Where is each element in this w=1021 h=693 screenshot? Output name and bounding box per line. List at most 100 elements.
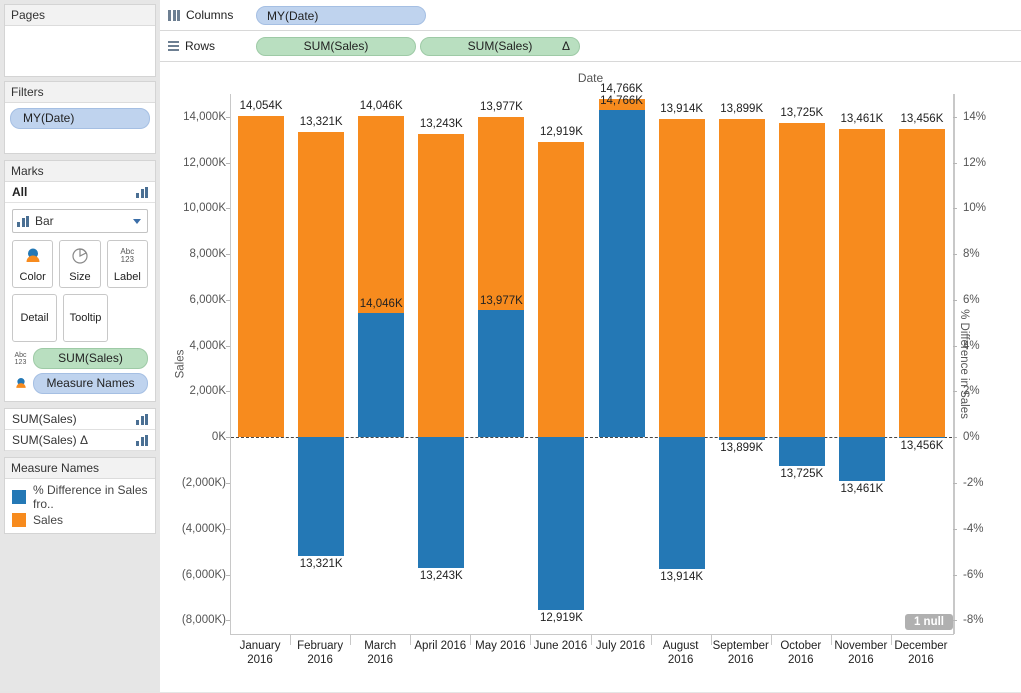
bar-segment-pct-difference[interactable] (658, 437, 705, 570)
rows-shelf-label-group: Rows (164, 39, 256, 53)
bar-segment-pct-difference[interactable] (358, 312, 405, 438)
color-button-label: Color (19, 271, 46, 283)
visualization-pane[interactable]: Date Sales 14,000K 12,000K 10,000K 8,000K 6,… (160, 62, 1021, 692)
x-axis-tick-label[interactable]: March 2016 (350, 639, 410, 667)
size-button[interactable]: Size (59, 240, 101, 288)
columns-shelf-label: Columns (186, 8, 234, 22)
tooltip-button[interactable]: Tooltip (63, 294, 108, 342)
bar-segment-pct-difference[interactable] (598, 110, 645, 438)
plot-area[interactable]: 14,054K 13,321K 13,321K 14,046K 14,046K 13,24… (231, 83, 952, 634)
detail-button[interactable]: Detail (12, 294, 57, 342)
bar-segment-sales[interactable] (238, 115, 285, 438)
mark-row-sum-sales[interactable]: SUM(Sales) (5, 409, 155, 430)
right-axis-tick-label: 14% (963, 110, 987, 123)
x-axis-tick-label[interactable]: May 2016 (470, 639, 530, 653)
x-axis-separator (590, 635, 592, 645)
marks-pill-sum-sales[interactable]: SUM(Sales) (33, 348, 148, 369)
bar-segment-pct-difference[interactable] (538, 437, 585, 611)
null-indicator-badge[interactable]: 1 null (904, 614, 953, 630)
bar-segment-sales[interactable] (658, 118, 705, 438)
bar-segment-pct-difference[interactable] (298, 437, 345, 557)
bar-value-label-sales: 14,046K (359, 99, 403, 112)
x-axis-tick-label[interactable]: April 2016 (410, 639, 470, 653)
x-axis-separator (710, 635, 712, 645)
legend-item-pct-difference[interactable]: % Difference in Sales fro.. (5, 482, 155, 512)
marks-all-row[interactable]: All (5, 182, 155, 203)
x-axis-separator (410, 635, 412, 645)
tableau-worksheet: Pages Filters MY(Date) Marks All Bar Col… (0, 0, 1021, 692)
marks-pill-measure-names[interactable]: Measure Names (33, 373, 148, 394)
bar-segment-sales[interactable] (898, 129, 945, 438)
color-button[interactable]: Color (12, 240, 54, 288)
bar-segment-sales[interactable] (298, 132, 345, 438)
x-axis-tick-label[interactable]: June 2016 (530, 639, 590, 653)
size-button-label: Size (69, 271, 91, 283)
left-axis-title: Sales (174, 349, 187, 379)
marks-shelf-item-sum-sales[interactable]: Abc 123 SUM(Sales) (12, 348, 148, 369)
worksheet-main: Columns MY(Date) Rows SUM(Sales) SUM(Sal… (160, 0, 1021, 692)
x-axis-separator (650, 635, 652, 645)
right-axis[interactable]: % Difference in Sales 14% 12% 10% 8% 6% 4% 2% 0… (953, 94, 1021, 634)
rows-pill-sum-sales[interactable]: SUM(Sales) (256, 36, 416, 56)
rows-pill-sum-sales-delta[interactable]: SUM(Sales) Δ (420, 36, 580, 56)
bar-segment-pct-difference[interactable] (778, 437, 825, 466)
right-axis-tick-label: -8% (963, 614, 984, 627)
bar-segment-sales[interactable] (538, 141, 585, 438)
left-axis-tick-label: (2,000K) (181, 476, 226, 489)
mark-row-sum-sales-delta[interactable]: SUM(Sales) Δ (5, 430, 155, 451)
rows-icon (168, 40, 179, 52)
left-sidebar: Pages Filters MY(Date) Marks All Bar Col… (0, 0, 160, 691)
bar-value-label-sales: 12,919K (540, 125, 583, 138)
columns-icon (168, 9, 180, 21)
bar-segment-sales[interactable] (358, 115, 405, 313)
columns-pill-my-date[interactable]: MY(Date) (256, 5, 426, 25)
bar-chart-icon (136, 413, 148, 425)
rows-pill-label: SUM(Sales) (303, 38, 369, 53)
legend-item-sales[interactable]: Sales (5, 512, 155, 528)
bar-chart-icon (136, 186, 148, 198)
bar-value-label-sales: 13,456K (900, 113, 944, 126)
bar-value-label-sales: 14,054K (239, 99, 283, 112)
filters-card-dropzone[interactable]: MY(Date) (5, 103, 155, 153)
left-axis[interactable]: Sales 14,000K 12,000K 10,000K 8,000K 6,000K 4… (160, 94, 230, 634)
bar-segment-pct-difference[interactable] (838, 437, 885, 482)
right-axis-tick-mark (953, 574, 957, 576)
x-axis-tick-label[interactable]: July 2016 (591, 639, 651, 653)
x-axis-tick-label[interactable]: October 2016 (771, 639, 831, 667)
label-button[interactable]: Abc 123 Label (106, 240, 148, 288)
bar-segment-pct-difference[interactable] (478, 310, 525, 438)
filter-pill-my-date[interactable]: MY(Date) (10, 108, 150, 129)
bar-segment-pct-difference[interactable] (418, 437, 465, 569)
bar-segment-sales[interactable] (718, 119, 765, 438)
x-axis-tick-label[interactable]: January 2016 (230, 639, 290, 667)
x-axis-tick-label[interactable]: August 2016 (651, 639, 711, 667)
x-axis[interactable]: January 2016 February 2016 March 2016 April 2… (230, 634, 954, 693)
x-axis-tick-label[interactable]: September 2016 (711, 639, 771, 667)
right-axis-tick-label: 4% (963, 339, 980, 352)
bar-segment-pct-difference[interactable] (898, 437, 945, 439)
bar-value-label-sales: 13,321K (299, 116, 343, 129)
right-axis-tick-label: -4% (963, 522, 984, 535)
bar-segment-sales[interactable] (778, 123, 825, 438)
bar-segment-sales[interactable] (478, 117, 525, 311)
bar-segment-pct-difference[interactable] (718, 437, 765, 440)
x-axis-separator (830, 635, 832, 645)
bar-value-label-pct-difference: 14,046K (359, 297, 403, 310)
rows-shelf[interactable]: Rows SUM(Sales) SUM(Sales) Δ (160, 31, 1021, 62)
right-axis-tick-label: 6% (963, 293, 980, 306)
right-axis-tick-mark (953, 162, 957, 164)
x-axis-tick-label[interactable]: December 2016 (891, 639, 951, 667)
left-axis-tick-label: 14,000K (183, 110, 226, 123)
x-axis-tick-label[interactable]: February 2016 (290, 639, 350, 667)
right-axis-tick-mark (953, 482, 957, 484)
columns-shelf[interactable]: Columns MY(Date) (160, 0, 1021, 31)
chevron-down-icon (133, 218, 141, 224)
marks-shelf-item-measure-names[interactable]: Measure Names (12, 373, 148, 394)
right-axis-tick-label: -6% (963, 568, 984, 581)
mark-type-select[interactable]: Bar (12, 209, 148, 233)
right-axis-tick-label: 2% (963, 385, 980, 398)
pages-card-dropzone[interactable] (5, 26, 155, 76)
bar-segment-sales[interactable] (418, 134, 465, 438)
bar-segment-sales[interactable] (838, 129, 885, 438)
x-axis-tick-label[interactable]: November 2016 (831, 639, 891, 667)
